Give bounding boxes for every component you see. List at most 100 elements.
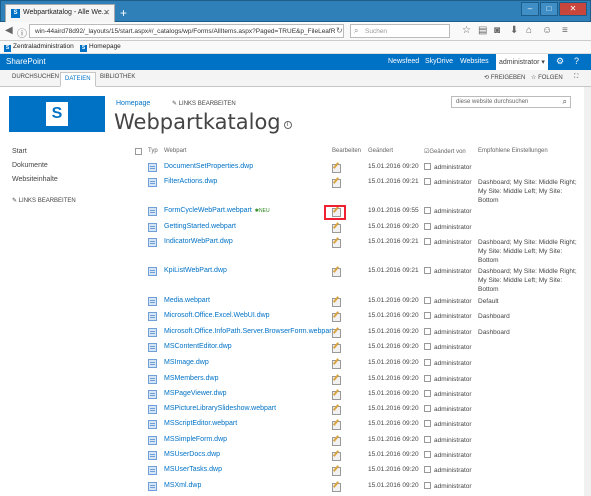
column-header-modified-by[interactable]: ☑Geändert von — [424, 148, 466, 155]
bookmark-star-icon[interactable]: ☆ — [462, 25, 471, 36]
modified-by[interactable]: administrator — [424, 420, 472, 428]
tab-durchsuchen[interactable]: DURCHSUCHEN — [12, 74, 59, 80]
modified-by[interactable]: administrator — [424, 375, 472, 383]
modified-by[interactable]: administrator — [424, 238, 472, 246]
site-logo[interactable]: S — [9, 96, 105, 132]
table-row[interactable]: Microsoft.Office.Excel.WebUI.dwp 15.01.20… — [0, 311, 591, 322]
site-search-input[interactable]: diese website durchsuchen ⌕ — [451, 96, 571, 108]
focus-content-icon[interactable]: ⛶ — [574, 74, 578, 81]
edit-links-top[interactable]: ✎ LINKS BEARBEITEN — [172, 100, 236, 107]
new-tab-button[interactable]: + — [120, 6, 127, 20]
modified-by[interactable]: administrator — [424, 163, 472, 171]
edit-properties-icon[interactable] — [331, 327, 341, 338]
share-button[interactable]: ⟲ FREIGEBEN — [484, 74, 525, 81]
modified-by[interactable]: administrator — [424, 451, 472, 459]
minimize-button[interactable]: – — [521, 2, 539, 16]
edit-properties-icon[interactable] — [331, 450, 341, 461]
bookmark-homepage[interactable]: S Homepage — [80, 43, 121, 52]
edit-properties-icon[interactable] — [331, 358, 341, 369]
webpart-name-link[interactable]: MSSimpleForm.dwp — [164, 436, 227, 443]
edit-properties-icon[interactable] — [331, 374, 341, 385]
webpart-name-link[interactable]: Media.webpart — [164, 297, 210, 304]
modified-by[interactable]: administrator — [424, 267, 472, 275]
table-row[interactable]: MSContentEditor.dwp 15.01.2016 09:20 admin… — [0, 342, 591, 353]
modified-by[interactable]: administrator — [424, 466, 472, 474]
close-window-button[interactable]: ✕ — [559, 2, 587, 16]
home-icon[interactable]: ⌂ — [526, 25, 532, 36]
modified-by[interactable]: administrator — [424, 297, 472, 305]
webpart-name-link[interactable]: MSScriptEditor.webpart — [164, 420, 237, 427]
table-row[interactable]: IndicatorWebPart.dwp 15.01.2016 09:21 admi… — [0, 237, 591, 264]
webpart-name-link[interactable]: MSContentEditor.dwp — [164, 343, 232, 350]
webpart-name-link[interactable]: MSMembers.dwp — [164, 375, 218, 382]
column-header-edit[interactable]: Bearbeiten — [332, 148, 361, 154]
table-row[interactable]: FormCycleWebPart.webpart ✱NEU 19.01.2016 0… — [0, 206, 591, 217]
table-row[interactable]: MSSimpleForm.dwp 15.01.2016 09:20 administ… — [0, 435, 591, 446]
edit-properties-icon[interactable] — [331, 311, 341, 322]
table-row[interactable]: Microsoft.Office.InfoPath.Server.Browser… — [0, 327, 591, 338]
select-all-checkbox[interactable] — [135, 148, 142, 155]
user-menu[interactable]: administrator ▾ — [496, 54, 548, 70]
table-row[interactable]: KpiListWebPart.dwp 15.01.2016 09:21 admini… — [0, 266, 591, 293]
webpart-name-link[interactable]: MSPictureLibrarySlideshow.webpart — [164, 405, 276, 412]
webpart-name-link[interactable]: Microsoft.Office.Excel.WebUI.dwp — [164, 312, 270, 319]
modified-by[interactable]: administrator — [424, 405, 472, 413]
edit-properties-icon[interactable] — [331, 177, 341, 188]
webpart-name-link[interactable]: KpiListWebPart.dwp — [164, 267, 227, 274]
column-header-type[interactable]: Typ — [148, 148, 158, 154]
column-header-recommended[interactable]: Empfohlene Einstellungen — [478, 148, 548, 154]
webpart-name-link[interactable]: GettingStarted.webpart — [164, 223, 236, 230]
address-bar[interactable]: win-44aird78d92/_layouts/15/start.aspx#/… — [29, 24, 344, 38]
info-icon[interactable]: ⓘ — [17, 25, 27, 40]
edit-properties-icon[interactable] — [331, 481, 341, 492]
table-row[interactable]: MSPictureLibrarySlideshow.webpart 15.01.2… — [0, 404, 591, 415]
tab-dateien[interactable]: DATEIEN — [60, 72, 96, 87]
webpart-name-link[interactable]: Microsoft.Office.InfoPath.Server.Browser… — [164, 328, 334, 335]
edit-properties-icon[interactable] — [331, 296, 341, 307]
tab-bibliothek[interactable]: BIBLIOTHEK — [100, 74, 135, 80]
modified-by[interactable]: administrator — [424, 328, 472, 336]
table-row[interactable]: MSUserTasks.dwp 15.01.2016 09:20 administr… — [0, 465, 591, 476]
download-icon[interactable]: ⬇ — [510, 25, 518, 36]
table-row[interactable]: MSScriptEditor.webpart 15.01.2016 09:20 ad… — [0, 419, 591, 430]
follow-button[interactable]: ☆ FOLGEN — [531, 74, 563, 81]
webpart-name-link[interactable]: FilterActions.dwp — [164, 178, 217, 185]
bookmark-zentraladministration[interactable]: S Zentraladministration — [4, 43, 74, 52]
info-circle-icon[interactable]: i — [283, 121, 292, 129]
edit-properties-icon[interactable] — [331, 465, 341, 476]
modified-by[interactable]: administrator — [424, 178, 472, 186]
reload-icon[interactable]: ↻ — [336, 26, 343, 35]
search-icon[interactable]: ⌕ — [563, 97, 567, 107]
table-row[interactable]: GettingStarted.webpart 15.01.2016 09:20 ad… — [0, 222, 591, 233]
edit-properties-icon[interactable] — [331, 222, 341, 233]
settings-gear-icon[interactable]: ⚙ — [556, 56, 564, 67]
suite-link-websites[interactable]: Websites — [460, 58, 489, 65]
webpart-name-link[interactable]: DocumentSetProperties.dwp — [164, 163, 253, 170]
page-scrollbar[interactable] — [584, 87, 591, 496]
table-row[interactable]: DocumentSetProperties.dwp 15.01.2016 09:2… — [0, 162, 591, 173]
edit-properties-icon[interactable] — [331, 404, 341, 415]
edit-properties-icon[interactable] — [331, 419, 341, 430]
modified-by[interactable]: administrator — [424, 207, 472, 215]
table-row[interactable]: MSImage.dwp 15.01.2016 09:20 administrator — [0, 358, 591, 369]
webpart-name-link[interactable]: IndicatorWebPart.dwp — [164, 238, 233, 245]
maximize-button[interactable]: □ — [540, 2, 558, 16]
back-icon[interactable]: ◀ — [5, 25, 13, 36]
edit-properties-icon[interactable] — [331, 266, 341, 277]
column-header-modified[interactable]: Geändert — [368, 148, 393, 154]
modified-by[interactable]: administrator — [424, 312, 472, 320]
modified-by[interactable]: administrator — [424, 343, 472, 351]
table-row[interactable]: MSXml.dwp 15.01.2016 09:20 administrator — [0, 481, 591, 492]
modified-by[interactable]: administrator — [424, 436, 472, 444]
quicklaunch-edit-links[interactable]: ✎ LINKS BEARBEITEN — [12, 197, 76, 204]
webpart-name-link[interactable]: MSUserDocs.dwp — [164, 451, 220, 458]
quicklaunch-start[interactable]: Start — [12, 148, 27, 155]
menu-icon[interactable]: ≡ — [562, 25, 568, 36]
suite-link-skydrive[interactable]: SkyDrive — [425, 58, 453, 65]
suite-link-newsfeed[interactable]: Newsfeed — [388, 58, 419, 65]
help-icon[interactable]: ? — [574, 56, 579, 66]
modified-by[interactable]: administrator — [424, 223, 472, 231]
smiley-icon[interactable]: ☺ — [542, 25, 552, 36]
table-row[interactable]: MSUserDocs.dwp 15.01.2016 09:20 administra… — [0, 450, 591, 461]
column-header-webpart[interactable]: Webpart — [164, 148, 187, 154]
